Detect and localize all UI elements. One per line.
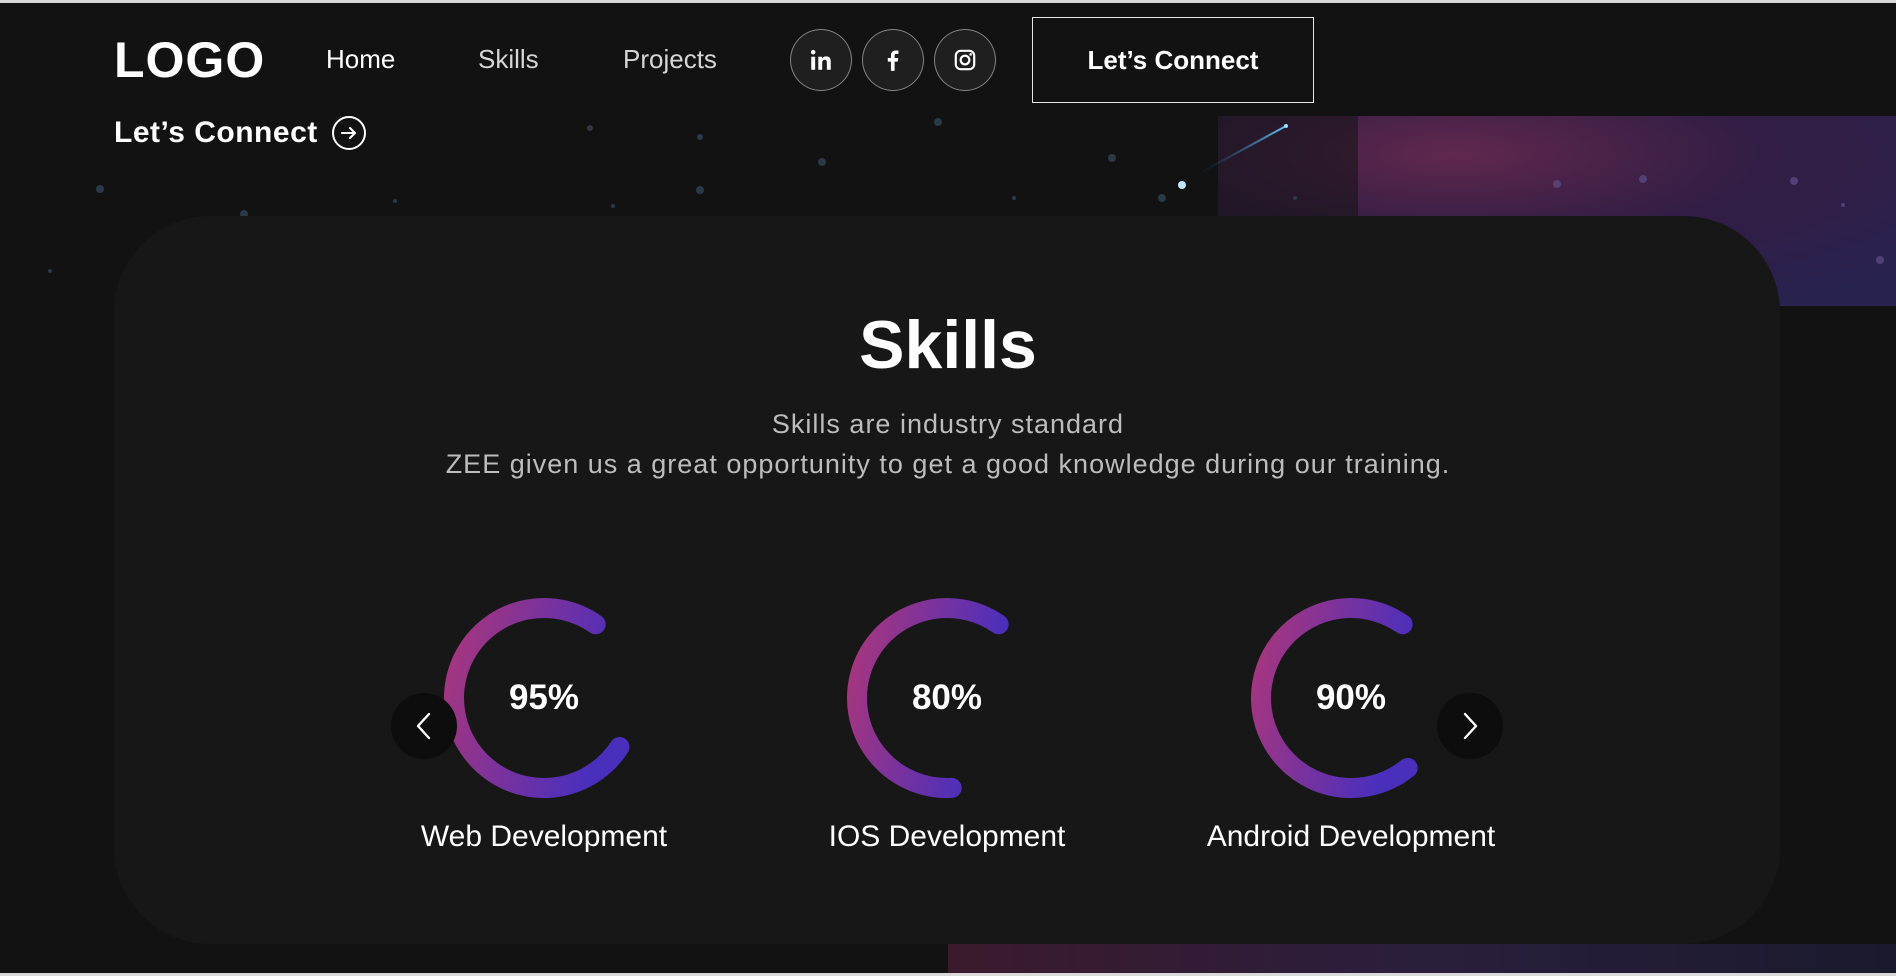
skills-subtitle-line1: Skills are industry standard: [771, 409, 1125, 439]
instagram-button[interactable]: [934, 29, 996, 91]
skill-percent: 80%: [911, 678, 983, 717]
skill-label-android: Android Development: [1206, 820, 1496, 853]
nav-projects[interactable]: Projects: [623, 46, 717, 72]
skill-ring: 90%: [1250, 597, 1452, 799]
skills-title: Skills: [859, 307, 1037, 383]
carousel-prev-button[interactable]: [391, 693, 457, 759]
skills-subtitle-line2: ZEE given us a great opportunity to get …: [445, 449, 1451, 479]
chevron-left-icon: [416, 712, 431, 740]
bottom-glow: [948, 944, 1896, 973]
carousel-next-button[interactable]: [1437, 693, 1503, 759]
navbar: LOGO Home Skills Projects Let’s Connect: [0, 3, 1896, 116]
skill-label-ios: IOS Development: [828, 820, 1066, 853]
facebook-icon: [887, 50, 899, 71]
skill-percent: 90%: [1315, 678, 1387, 717]
lets-connect-link[interactable]: Let’s Connect: [114, 116, 366, 150]
linkedin-icon: [810, 49, 831, 70]
nav-home[interactable]: Home: [326, 46, 395, 72]
skill-label-web: Web Development: [420, 820, 668, 853]
chevron-right-icon: [1463, 712, 1478, 740]
arrow-right-circle-icon: [331, 116, 366, 150]
lets-connect-label: Let’s Connect: [114, 116, 318, 149]
skill-percent: 95%: [508, 678, 580, 717]
lets-connect-button[interactable]: Let’s Connect: [1032, 17, 1314, 103]
instagram-icon: [954, 49, 976, 71]
nav-skills[interactable]: Skills: [478, 46, 539, 72]
facebook-button[interactable]: [862, 29, 924, 91]
logo[interactable]: LOGO: [114, 35, 265, 85]
linkedin-button[interactable]: [790, 29, 852, 91]
skill-ring: 95%: [443, 597, 645, 799]
skill-ring: 80%: [846, 597, 1048, 799]
